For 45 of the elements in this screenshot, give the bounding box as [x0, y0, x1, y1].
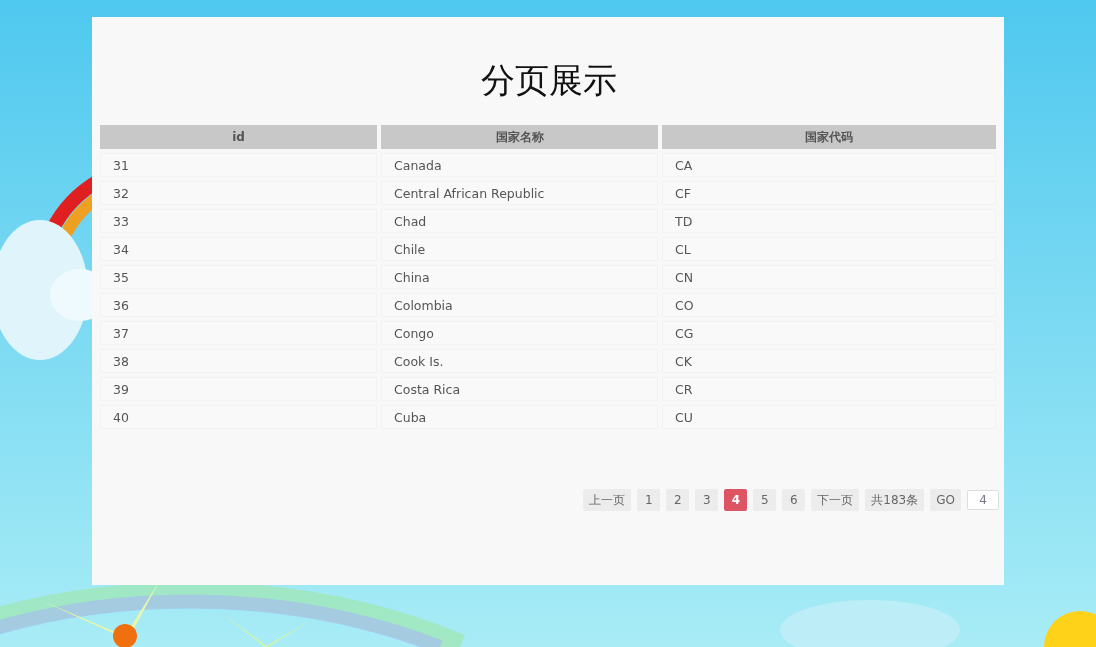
table-cell: Colombia: [381, 293, 658, 317]
page-title: 分页展示: [479, 60, 618, 101]
table-cell: CG: [662, 321, 996, 345]
table-cell: 33: [100, 209, 377, 233]
next-page-button[interactable]: 下一页: [811, 489, 860, 511]
page-input[interactable]: 4: [967, 490, 999, 510]
table-cell: CR: [662, 377, 996, 401]
table-cell: Congo: [381, 321, 658, 345]
column-header: id: [100, 125, 377, 149]
page-button[interactable]: 6: [782, 489, 806, 511]
table-cell: 37: [100, 321, 377, 345]
table-cell: Cuba: [381, 405, 658, 429]
column-header: 国家代码: [662, 125, 996, 149]
table-cell: 38: [100, 349, 377, 373]
page-button[interactable]: 2: [666, 489, 690, 511]
table-cell: CA: [662, 153, 996, 177]
table-cell: TD: [662, 209, 996, 233]
table-cell: Canada: [381, 153, 658, 177]
table-cell: 40: [100, 405, 377, 429]
table-cell: CU: [662, 405, 996, 429]
table-cell: CF: [662, 181, 996, 205]
total-count: 共183条: [865, 489, 925, 511]
table-cell: 34: [100, 237, 377, 261]
go-button[interactable]: GO: [930, 489, 961, 511]
table-cell: 36: [100, 293, 377, 317]
table-cell: China: [381, 265, 658, 289]
table-cell: CK: [662, 349, 996, 373]
column-header: 国家名称: [381, 125, 658, 149]
table-cell: CO: [662, 293, 996, 317]
table-cell: 31: [100, 153, 377, 177]
previous-page-button[interactable]: 上一页: [583, 489, 632, 511]
page-button[interactable]: 5: [753, 489, 777, 511]
table-cell: Chad: [381, 209, 658, 233]
table-cell: 35: [100, 265, 377, 289]
page-button[interactable]: 3: [695, 489, 719, 511]
page-button[interactable]: 1: [637, 489, 661, 511]
table-cell: 39: [100, 377, 377, 401]
table-cell: Cook Is.: [381, 349, 658, 373]
table-cell: Chile: [381, 237, 658, 261]
table-cell: Costa Rica: [381, 377, 658, 401]
table-cell: CN: [662, 265, 996, 289]
table-cell: CL: [662, 237, 996, 261]
table-cell: 32: [100, 181, 377, 205]
table-cell: Central African Republic: [381, 181, 658, 205]
page-button[interactable]: 4: [724, 489, 748, 511]
